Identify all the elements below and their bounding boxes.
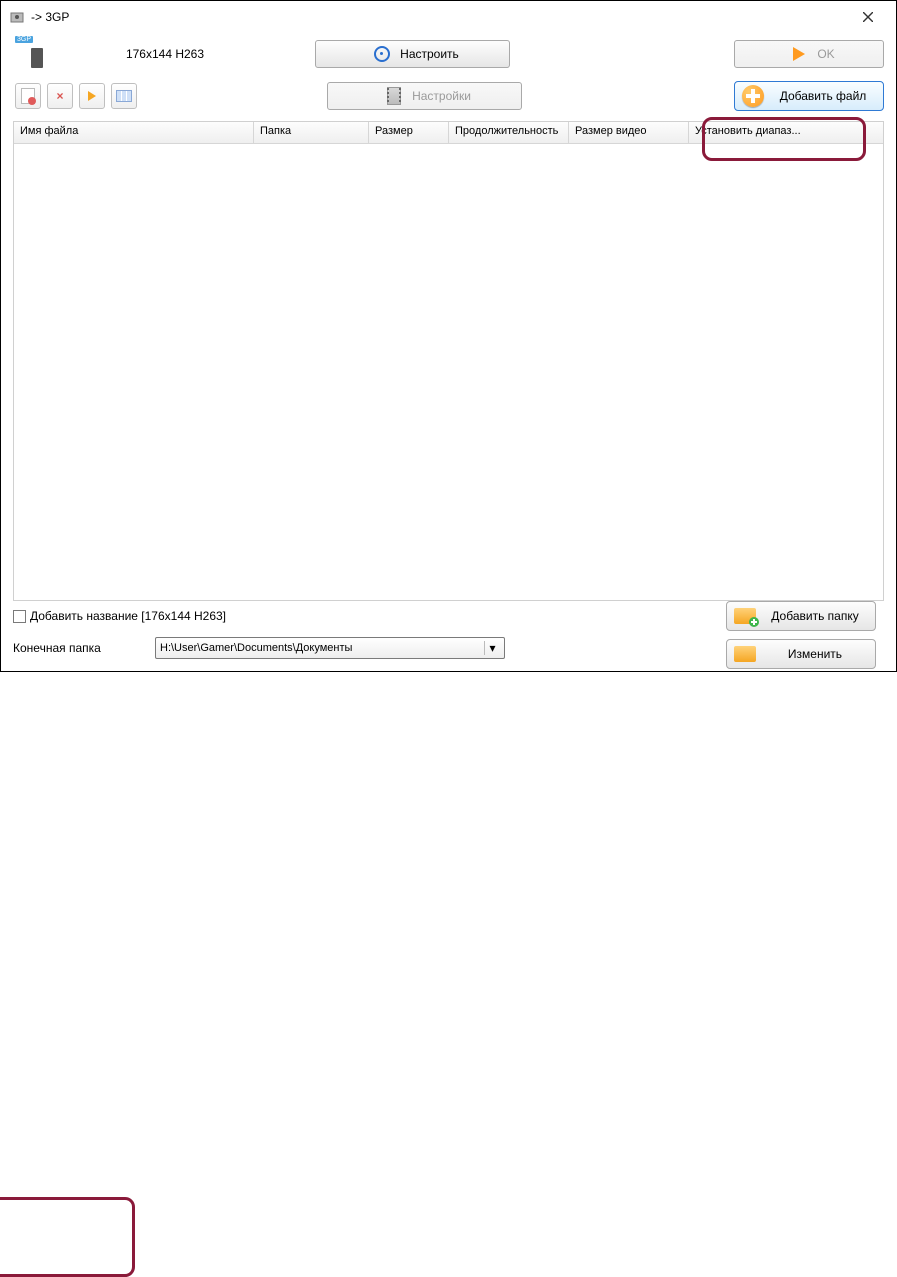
col-size[interactable]: Размер: [369, 122, 449, 143]
add-file-button[interactable]: Добавить файл: [734, 81, 884, 111]
arrow-right-icon: [787, 42, 811, 66]
plus-icon: [739, 84, 767, 108]
ok-label: OK: [817, 47, 834, 61]
table-body[interactable]: [14, 144, 883, 600]
col-range[interactable]: Установить диапаз...: [689, 122, 883, 143]
col-folder[interactable]: Папка: [254, 122, 369, 143]
file-table: Имя файла Папка Размер Продолжительность…: [13, 121, 884, 601]
folder-plus-icon: [731, 604, 759, 628]
add-name-label: Добавить название [176x144 H263]: [30, 609, 226, 623]
col-duration[interactable]: Продолжительность: [449, 122, 569, 143]
callout-highlight-bottom: [0, 1197, 135, 1277]
play-button[interactable]: [79, 83, 105, 109]
change-button[interactable]: Изменить: [726, 639, 876, 669]
grid-icon: [116, 90, 132, 102]
info-button[interactable]: [111, 83, 137, 109]
configure-button[interactable]: Настроить: [315, 40, 510, 68]
format-icon: 3GP: [17, 38, 49, 70]
film-icon: [382, 84, 406, 108]
settings-label: Настройки: [412, 89, 471, 103]
add-folder-button[interactable]: Добавить папку: [726, 601, 876, 631]
col-filename[interactable]: Имя файла: [14, 122, 254, 143]
add-file-label: Добавить файл: [771, 89, 883, 103]
change-label: Изменить: [763, 647, 875, 661]
dest-folder-label: Конечная папка: [13, 641, 143, 655]
play-icon: [88, 91, 96, 101]
titlebar: -> 3GP: [1, 1, 896, 33]
chevron-down-icon: ▾: [484, 641, 500, 655]
close-button[interactable]: [848, 3, 888, 31]
gear-icon: [370, 42, 394, 66]
dest-folder-combo[interactable]: H:\User\Gamer\Documents\Документы ▾: [155, 637, 505, 659]
format-label: 176x144 H263: [65, 47, 265, 61]
add-name-checkbox[interactable]: [13, 610, 26, 623]
delete-button[interactable]: ×: [47, 83, 73, 109]
add-folder-label: Добавить папку: [763, 609, 875, 623]
configure-label: Настроить: [400, 47, 459, 61]
app-icon: [9, 9, 25, 25]
window-title: -> 3GP: [31, 10, 848, 24]
remove-button[interactable]: [15, 83, 41, 109]
col-videosize[interactable]: Размер видео: [569, 122, 689, 143]
settings-button[interactable]: Настройки: [327, 82, 522, 110]
format-badge: 3GP: [15, 36, 33, 43]
dest-folder-value: H:\User\Gamer\Documents\Документы: [160, 642, 484, 654]
ok-button[interactable]: OK: [734, 40, 884, 68]
folder-icon: [731, 642, 759, 666]
table-header: Имя файла Папка Размер Продолжительность…: [14, 122, 883, 144]
x-icon: ×: [56, 89, 63, 103]
